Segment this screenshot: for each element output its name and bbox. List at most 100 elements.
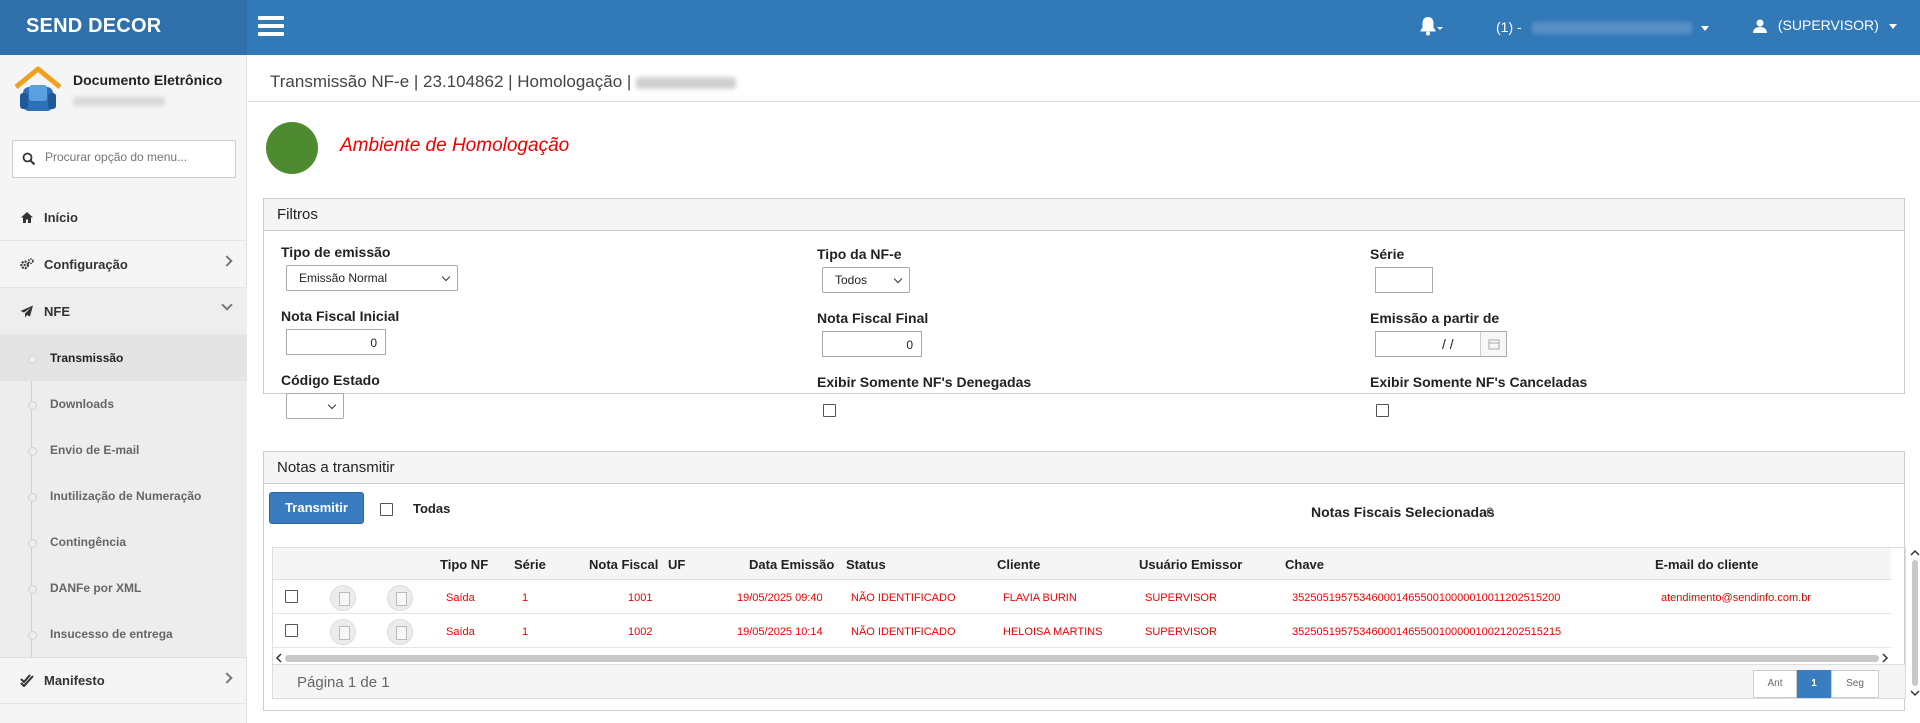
column-header-uf[interactable]: UF [668,557,685,572]
submenu-item-downloads[interactable]: Downloads [0,381,247,427]
search-icon [22,152,36,166]
environment-status-indicator [266,122,318,174]
main-content: Transmissão NF-e | 23.104862 | Homologaç… [248,55,1920,723]
document-icon[interactable] [387,585,413,611]
sidebar-item-inicio[interactable]: Início [0,194,247,241]
grid-header: Tipo NF Série Nota Fiscal UF Data Emissã… [273,548,1891,580]
chevron-down-icon [327,400,337,410]
cell-status: NÃO IDENTIFICADO [851,626,956,638]
scroll-left-icon[interactable] [274,652,284,664]
scroll-up-icon[interactable] [1909,548,1920,558]
document-icon[interactable] [387,619,413,645]
document-icon[interactable] [330,585,356,611]
menu-search-input[interactable] [45,150,225,164]
nota-inicial-input[interactable]: 0 [286,329,386,355]
cell-nota: 1002 [628,626,653,638]
denegadas-label: Exibir Somente NF's Denegadas [817,374,1032,390]
nota-final-input[interactable]: 0 [822,331,922,357]
codigo-estado-select[interactable] [286,393,344,419]
submenu-item-insucesso[interactable]: Insucesso de entrega [0,611,247,657]
nota-inicial-label: Nota Fiscal Inicial [281,308,400,324]
breadcrumb: Transmissão NF-e | 23.104862 | Homologaç… [270,72,737,92]
column-header-chave[interactable]: Chave [1285,557,1324,572]
module-logo-icon [12,65,64,118]
sidebar-item-manifesto[interactable]: Manifesto [0,657,247,704]
menu-search[interactable] [12,140,236,178]
breadcrumb-redacted [636,76,737,89]
tipo-nfe-select[interactable]: Todos [822,267,910,293]
document-icon[interactable] [330,619,356,645]
row-checkbox[interactable] [285,624,298,637]
brand-logo[interactable]: SEND DECOR [0,0,247,55]
sidebar-item-nfe[interactable]: NFE [0,288,247,335]
sidebar: Documento Eletrônico Início Configuração… [0,55,247,723]
row-checkbox[interactable] [285,590,298,603]
submenu-item-contingencia[interactable]: Contingência [0,519,247,565]
emissao-label: Emissão a partir de [1370,310,1500,326]
top-bar: SEND DECOR (1) - (SUPERVISOR) [0,0,1920,55]
scroll-right-icon[interactable] [1880,652,1890,664]
canceladas-label: Exibir Somente NF's Canceladas [1370,374,1588,390]
pager-page-button[interactable]: 1 [1797,670,1831,698]
column-header-email[interactable]: E-mail do cliente [1655,557,1758,572]
menu-toggle-icon[interactable] [258,16,284,36]
sidebar-item-label: Início [44,209,78,225]
chevron-down-icon [1701,25,1710,31]
breadcrumb-text: Transmissão NF-e | 23.104862 | Homologaç… [270,72,632,91]
page-info: Página 1 de 1 [297,674,390,691]
tipo-emissao-label: Tipo de emissão [281,244,391,260]
environment-label: Ambiente de Homologação [340,135,570,156]
notas-grid: Tipo NF Série Nota Fiscal UF Data Emissã… [272,547,1920,699]
calendar-icon[interactable] [1480,332,1506,356]
cell-serie: 1 [522,592,529,604]
column-header-usuario[interactable]: Usuário Emissor [1139,557,1242,572]
sidebar-item-label: Configuração [44,256,128,272]
column-header-nota[interactable]: Nota Fiscal [589,557,658,572]
pager-next-button[interactable]: Seg [1831,670,1879,698]
denegadas-checkbox[interactable] [823,404,836,417]
cell-serie: 1 [522,626,529,638]
emissao-date-input[interactable]: / / [1375,331,1507,357]
column-header-cliente[interactable]: Cliente [997,557,1040,572]
submenu-item-inutilizacao[interactable]: Inutilização de Numeração [0,473,247,519]
cell-chave: 3525051957534600014655001000001002120251… [1292,626,1562,638]
serie-input[interactable] [1375,267,1433,293]
table-row[interactable]: Saída 1 1002 19/05/2025 10:14 NÃO IDENTI… [273,614,1891,648]
gears-icon [20,257,34,271]
cell-chave: 3525051957534600014655001000001001120251… [1292,592,1561,604]
select-all-checkbox[interactable] [380,503,393,516]
selected-count-label: Notas Fiscais Selecionadas [1311,504,1495,520]
submenu-item-transmissao[interactable]: Transmissão [0,335,247,381]
chevron-down-icon [893,274,903,284]
vertical-scroll-thumb[interactable] [1912,560,1918,686]
horizontal-scrollbar[interactable] [273,652,1891,664]
paper-plane-icon [20,305,34,318]
home-icon [20,211,34,224]
nfe-submenu: Transmissão Downloads Envio de E-mail In… [0,335,247,657]
submenu-item-danfe-xml[interactable]: DANFe por XML [0,565,247,611]
vertical-scrollbar[interactable] [1909,548,1920,698]
scroll-down-icon[interactable] [1909,688,1920,698]
horizontal-scroll-thumb[interactable] [285,655,1879,662]
user-menu[interactable]: (SUPERVISOR) [1752,17,1897,34]
chevron-down-icon [221,299,233,311]
cell-cliente: HELOISA MARTINS [1003,626,1103,638]
filters-title: Filtros [264,199,1904,231]
double-check-icon [20,674,34,687]
notifications-bell-icon[interactable] [1418,15,1444,40]
sidebar-item-configuracao[interactable]: Configuração [0,241,247,288]
pager-prev-button[interactable]: Ant [1753,670,1797,698]
canceladas-checkbox[interactable] [1376,404,1389,417]
company-name-redacted [1531,22,1692,35]
table-row[interactable]: Saída 1 1001 19/05/2025 09:40 NÃO IDENTI… [273,580,1891,614]
column-header-serie[interactable]: Série [514,557,546,572]
module-subtitle-redacted [73,97,165,106]
company-selector[interactable]: (1) - [1496,19,1710,35]
divider [248,101,1920,102]
column-header-data[interactable]: Data Emissão [749,557,834,572]
submenu-item-envio-email[interactable]: Envio de E-mail [0,427,247,473]
column-header-status[interactable]: Status [846,557,886,572]
transmit-button[interactable]: Transmitir [269,492,364,524]
column-header-tipo[interactable]: Tipo NF [440,557,488,572]
tipo-emissao-select[interactable]: Emissão Normal [286,265,458,291]
